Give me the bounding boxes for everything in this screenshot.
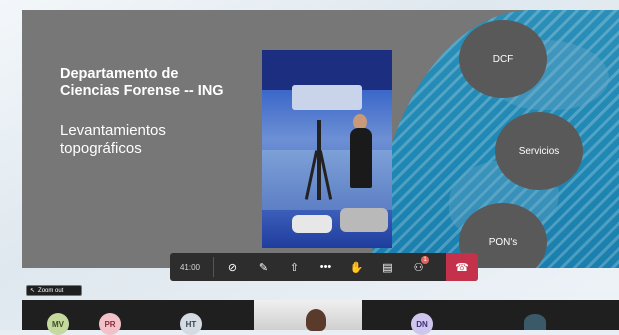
share-screen-button[interactable]: ⇧ — [279, 253, 310, 281]
participant-avatar-pr[interactable]: PR — [99, 313, 121, 335]
slide-subtitle-line: topográficos — [60, 140, 142, 157]
photo-car — [292, 215, 332, 233]
participant-video[interactable] — [524, 314, 546, 330]
shared-slide: Departamento de Ciencias Forense -- ING … — [22, 10, 619, 268]
camera-off-icon: ⊘ — [227, 261, 238, 274]
raise-hand-button[interactable]: ✋ — [341, 253, 372, 281]
slide-subtitle-line: Levantamientos — [60, 122, 166, 139]
participant-video[interactable] — [254, 300, 362, 331]
participant-face — [306, 309, 326, 331]
slide-subtitle: Levantamientos topográficos — [60, 122, 166, 158]
mic-toggle-button[interactable]: ✎ — [248, 253, 279, 281]
participant-avatar-ht[interactable]: HT — [180, 313, 202, 335]
circle-label: DCF — [492, 53, 514, 65]
slide-title: Departamento de Ciencias Forense -- ING — [60, 66, 224, 100]
circle-label: PON's — [488, 236, 518, 248]
zoom-out-label: Zoom out — [38, 287, 64, 294]
survey-photo-collage — [262, 50, 392, 248]
more-options-icon: ••• — [319, 261, 332, 273]
photo-car — [340, 208, 388, 232]
circle-dcf: DCF — [459, 20, 547, 98]
participant-avatar-dn[interactable]: DN — [411, 313, 433, 335]
participants-badge: 1 — [421, 256, 429, 264]
chat-button[interactable]: ▤ — [372, 253, 403, 281]
hang-up-icon: ☎ — [455, 261, 469, 274]
circle-servicios: Servicios — [495, 112, 583, 190]
zoom-out-button[interactable]: ↖ Zoom out — [26, 285, 82, 296]
slide-title-line: Departamento de — [60, 66, 179, 82]
call-timer: 41:00 — [179, 262, 201, 272]
meeting-toolbar: 41:00 ⊘ ✎ ⇧ ••• ✋ ▤ ⚇ 1 ☎ — [170, 253, 478, 281]
zoom-out-icon: ↖ — [30, 288, 36, 294]
chat-icon: ▤ — [382, 261, 393, 274]
mic-off-icon: ✎ — [258, 261, 269, 274]
camera-toggle-button[interactable]: ⊘ — [217, 253, 248, 281]
slide-title-line: Ciencias Forense -- ING — [60, 83, 224, 99]
circle-label: Servicios — [518, 145, 560, 157]
participants-button[interactable]: ⚇ 1 — [403, 253, 434, 281]
hang-up-button[interactable]: ☎ — [446, 253, 478, 281]
participant-avatar-mv[interactable]: MV — [47, 313, 69, 335]
share-screen-icon: ⇧ — [289, 261, 300, 274]
more-options-button[interactable]: ••• — [310, 253, 341, 281]
toolbar-divider — [213, 257, 214, 277]
photo-truck — [292, 85, 362, 110]
photo-person — [350, 128, 372, 188]
raise-hand-icon: ✋ — [349, 261, 364, 274]
photo-sky — [262, 50, 392, 90]
